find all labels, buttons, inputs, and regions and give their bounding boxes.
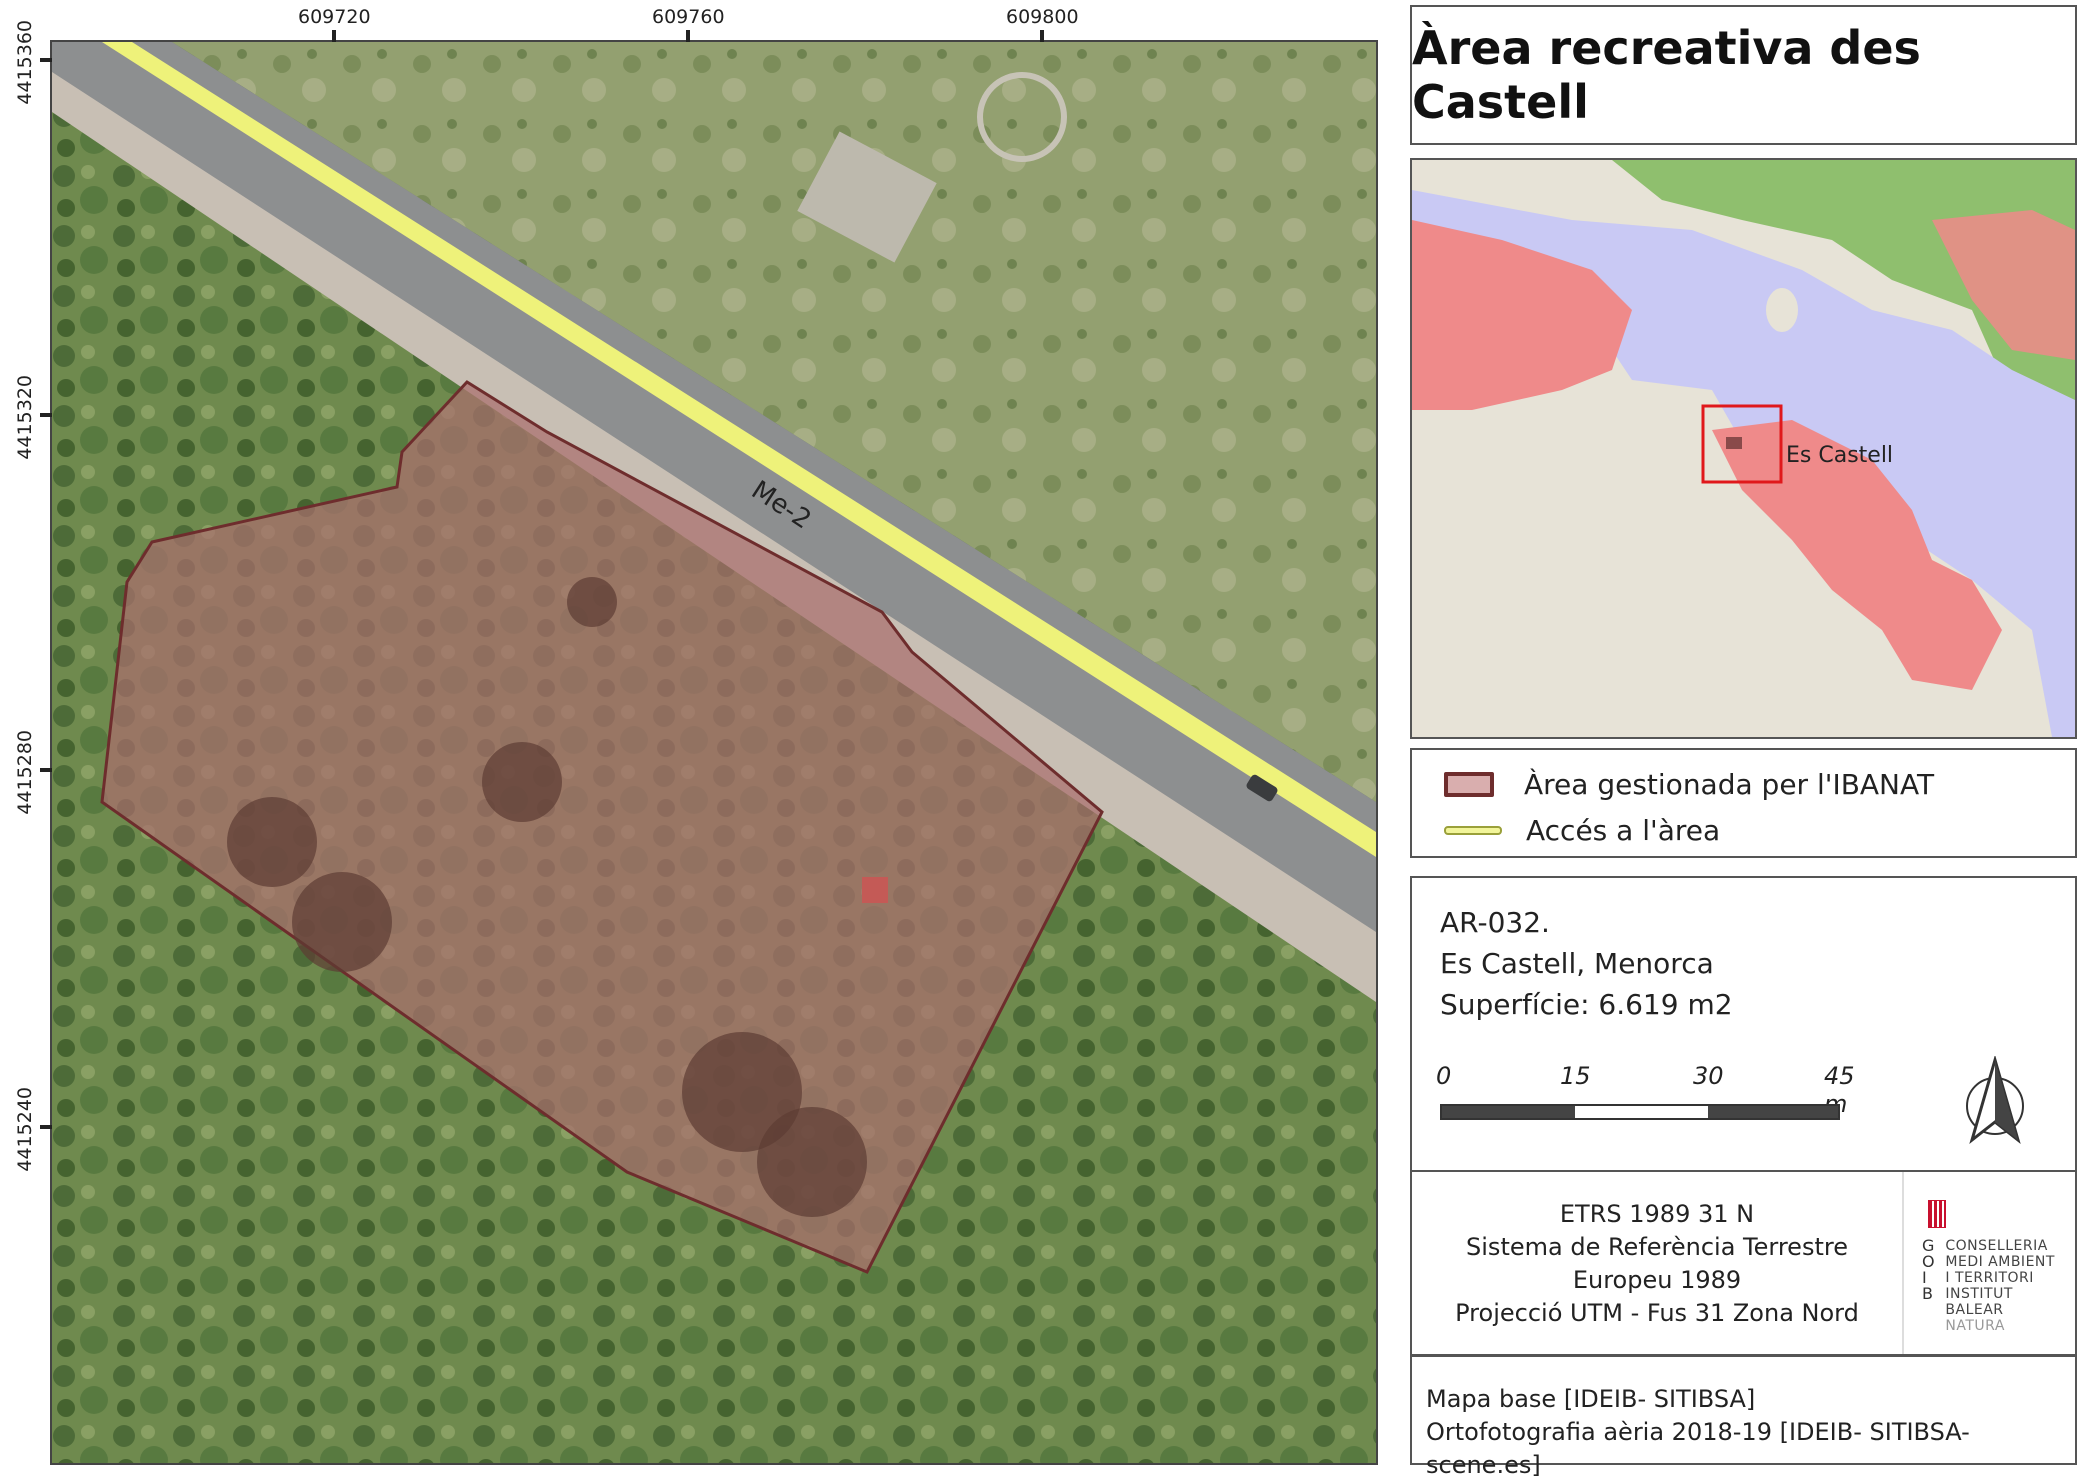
area-location: Es Castell, Menorca [1440,947,1714,980]
scale-bar: 0 15 30 45 m [1436,1062,1880,1152]
y-tick-label: 4415280 [14,730,36,815]
area-marker [1726,437,1742,449]
source-info: Mapa base [IDEIB- SITIBSA] Ortofotografi… [1426,1383,2075,1482]
locator-map-graphic: Es Castell [1412,160,2075,737]
legend-item-managed-area: Àrea gestionada per l'IBANAT [1444,768,1934,801]
x-tick-label: 609720 [298,6,371,28]
scale-label: 30 [1693,1062,1724,1090]
area-code: AR-032. [1440,906,1550,939]
aerial-ortho-photo: Me-2 [52,42,1376,1463]
x-tick-mark [1040,30,1044,42]
island [1766,288,1798,332]
source-line: Ortofotografia aèria 2018-19 [IDEIB- SIT… [1426,1418,1970,1479]
flag-icon [1928,1200,1946,1228]
main-map[interactable]: Me-2 [50,40,1378,1465]
logo-line: INSTITUT BALEAR [1945,1286,2013,1318]
y-tick-mark [40,768,52,772]
y-tick-label: 4415320 [14,375,36,460]
logo-letter: B [1922,1284,1933,1303]
legend-label: Àrea gestionada per l'IBANAT [1524,768,1935,801]
title-panel: Àrea recreativa des Castell [1410,5,2077,145]
crs-line: Europeu 1989 [1572,1266,1742,1294]
logo-line: NATURA [1945,1318,2005,1334]
tree-clump [292,872,392,972]
x-tick-mark [332,30,336,42]
logo-line: MEDI AMBIENT [1945,1254,2055,1270]
govern-logo: G O I B CONSELLERIA MEDI AMBIENT I TERRI… [1922,1196,2072,1334]
area-info: AR-032. Es Castell, Menorca Superfície: … [1440,902,1733,1025]
crs-line: Projecció UTM - Fus 31 Zona Nord [1455,1299,1859,1327]
panel-divider [1412,1170,2075,1172]
locator-map[interactable]: Es Castell [1410,158,2077,739]
y-tick-mark [40,1125,52,1129]
y-tick-label: 4415240 [14,1087,36,1172]
legend-panel: Àrea gestionada per l'IBANAT Accés a l'à… [1410,748,2077,858]
scale-segment [1708,1106,1838,1118]
y-tick-mark [40,413,52,417]
y-tick-label: 4415360 [14,20,36,105]
logo-line: CONSELLERIA [1945,1238,2048,1254]
legend-swatch-managed-area [1444,772,1494,797]
area-surface: Superfície: 6.619 m2 [1440,988,1733,1021]
crs-info: ETRS 1989 31 N Sistema de Referència Ter… [1412,1198,1902,1330]
tree-clump [567,577,617,627]
crs-line: Sistema de Referència Terrestre [1466,1233,1848,1261]
place-label: Es Castell [1786,443,1893,468]
scale-segment [1442,1106,1575,1118]
crs-line: ETRS 1989 31 N [1559,1200,1755,1228]
x-tick-mark [686,30,690,42]
building-marker [862,877,888,903]
legend-item-access: Accés a l'àrea [1444,814,1720,847]
legend-swatch-access [1444,826,1502,835]
tree-clump [482,742,562,822]
scale-label: 0 [1436,1062,1452,1090]
x-tick-label: 609760 [652,6,725,28]
map-title: Àrea recreativa des Castell [1412,21,1921,129]
scale-label: 15 [1560,1062,1591,1090]
tree-clump [227,797,317,887]
logo-line: I TERRITORI [1945,1270,2034,1286]
y-tick-mark [40,58,52,62]
scale-bar-frame [1440,1104,1840,1120]
north-arrow-icon [1960,1054,2030,1146]
source-panel: Mapa base [IDEIB- SITIBSA] Ortofotografi… [1410,1355,2077,1479]
source-line: Mapa base [IDEIB- SITIBSA] [1426,1385,1756,1413]
tree-clump [757,1107,867,1217]
legend-label: Accés a l'àrea [1526,814,1721,847]
x-tick-label: 609800 [1006,6,1079,28]
logo-divider [1902,1172,1904,1354]
info-panel: AR-032. Es Castell, Menorca Superfície: … [1410,876,2077,1356]
